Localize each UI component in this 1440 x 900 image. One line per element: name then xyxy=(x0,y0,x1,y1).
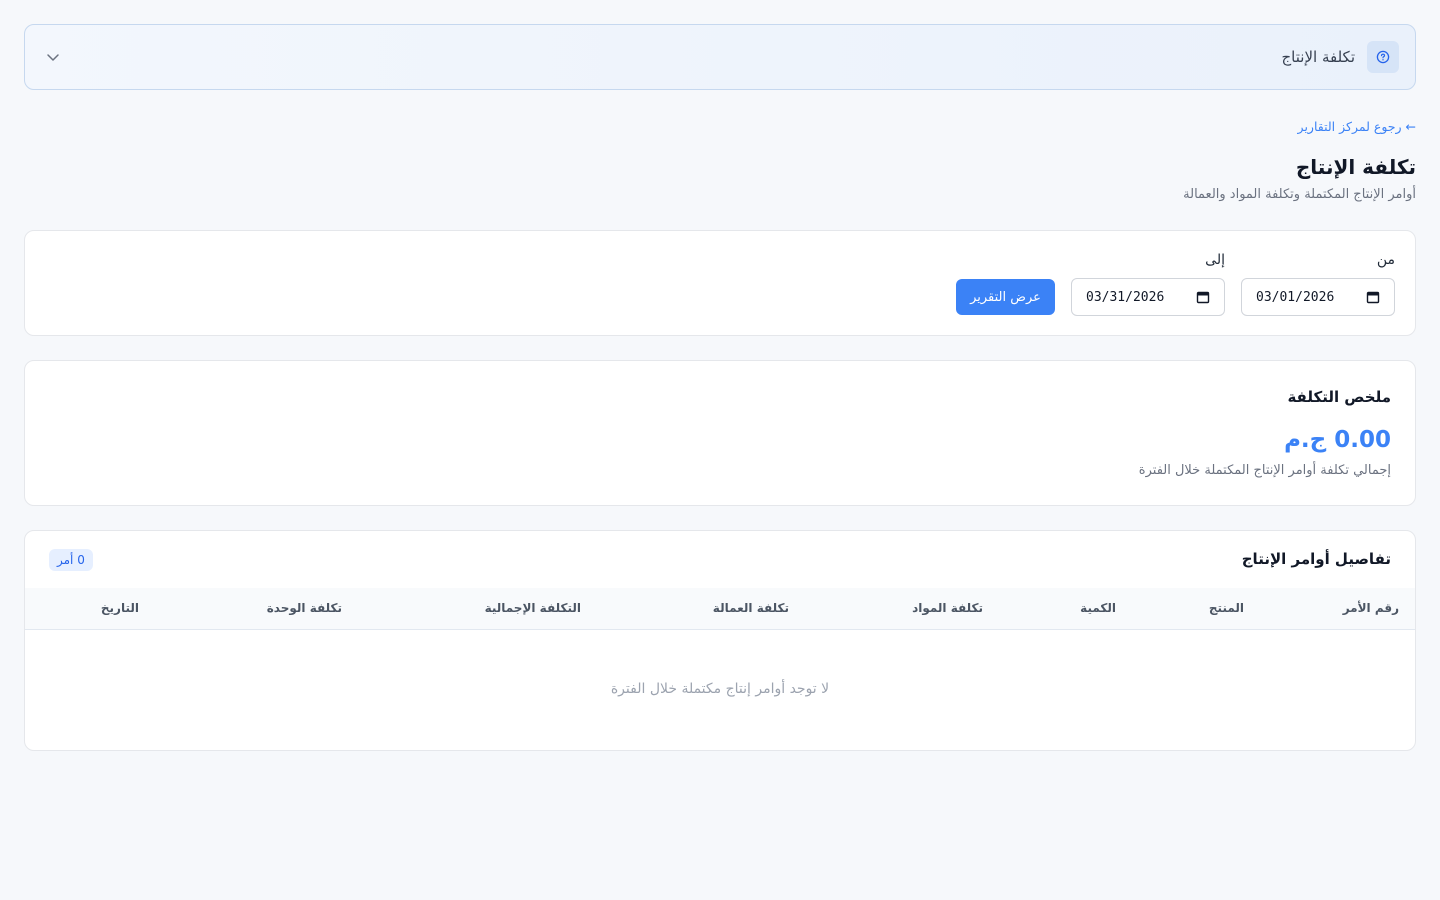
column-header-order-number[interactable]: رقم الأمر xyxy=(1343,601,1399,615)
to-date-value: 03/31/2026 xyxy=(1086,289,1165,305)
column-header-product[interactable]: المنتج xyxy=(1209,601,1244,615)
column-header-labor-cost[interactable]: تكلفة العمالة xyxy=(713,601,789,615)
show-report-button[interactable]: عرض التقرير xyxy=(956,279,1055,315)
order-count-badge: 0 أمر xyxy=(49,549,93,571)
from-date-value: 03/01/2026 xyxy=(1256,289,1335,305)
calendar-icon[interactable] xyxy=(1366,290,1380,304)
column-header-unit-cost[interactable]: تكلفة الوحدة xyxy=(267,601,342,615)
column-header-total-cost[interactable]: التكلفة الإجمالية xyxy=(485,601,581,615)
back-to-reports-link[interactable]: ← رجوع لمركز التقارير xyxy=(1298,119,1416,134)
page-subtitle: أوامر الإنتاج المكتملة وتكلفة المواد وال… xyxy=(1183,187,1416,202)
calendar-icon[interactable] xyxy=(1196,290,1210,304)
help-bar-title-group: تكلفة الإنتاج xyxy=(1281,41,1399,73)
help-bar[interactable]: تكلفة الإنتاج xyxy=(24,24,1416,90)
table-header: رقم الأمر المنتج الكمية تكلفة المواد تكل… xyxy=(25,588,1415,630)
to-date-input[interactable]: 03/31/2026 xyxy=(1071,278,1225,316)
help-bar-title: تكلفة الإنتاج xyxy=(1281,48,1356,66)
question-circle-icon[interactable] xyxy=(1367,41,1399,73)
production-orders-card: تفاصيل أوامر الإنتاج 0 أمر رقم الأمر الم… xyxy=(24,530,1416,751)
details-heading: تفاصيل أوامر الإنتاج xyxy=(1241,550,1391,568)
column-header-material-cost[interactable]: تكلفة المواد xyxy=(912,601,983,615)
summary-caption: إجمالي تكلفة أوامر الإنتاج المكتملة خلال… xyxy=(1138,463,1391,478)
page-title: تكلفة الإنتاج xyxy=(1295,155,1416,179)
from-date-input[interactable]: 03/01/2026 xyxy=(1241,278,1395,316)
from-date-label: من xyxy=(1376,252,1395,268)
cost-summary-card: ملخص التكلفة 0.00 ج.م إجمالي تكلفة أوامر… xyxy=(24,360,1416,506)
chevron-down-icon[interactable] xyxy=(45,49,61,65)
summary-heading: ملخص التكلفة xyxy=(1287,388,1391,406)
filter-card: من 03/01/2026 إلى 03/31/2026 عرض التقرير xyxy=(24,230,1416,336)
empty-state-message: لا توجد أوامر إنتاج مكتملة خلال الفترة xyxy=(610,681,830,697)
total-cost-amount: 0.00 ج.م xyxy=(1284,427,1391,453)
column-header-date[interactable]: التاريخ xyxy=(101,601,139,615)
column-header-quantity[interactable]: الكمية xyxy=(1080,601,1116,615)
to-date-label: إلى xyxy=(1205,252,1225,268)
